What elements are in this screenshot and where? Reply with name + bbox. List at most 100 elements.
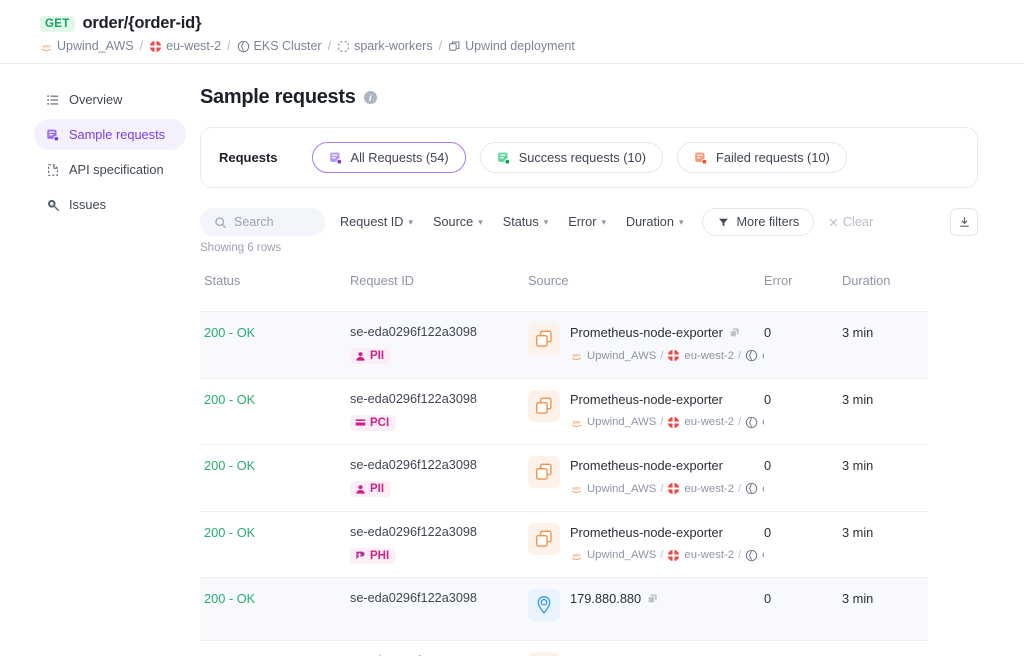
breadcrumb-label: EKS Cluster bbox=[253, 39, 322, 53]
eks-cluster-icon bbox=[745, 482, 758, 495]
requests-tabs-card: Requests All Requests (54) Success reques… bbox=[200, 127, 978, 188]
sidebar-item-sample-requests[interactable]: Sample requests bbox=[34, 119, 186, 150]
table-row[interactable]: 200 - OK se-eda0296f122a3098 PII Prometheus… bbox=[200, 444, 928, 511]
region-flag-icon bbox=[667, 482, 680, 495]
request-id-value[interactable]: se-eda0296f122a3098 bbox=[350, 458, 528, 472]
breadcrumb-item[interactable]: eu-west-2 bbox=[149, 39, 221, 53]
tab-failed-requests[interactable]: Failed requests (10) bbox=[677, 142, 847, 173]
source-name-row: Prometheus-node-exporter bbox=[570, 325, 764, 340]
export-download-button[interactable] bbox=[950, 208, 978, 236]
source-path bbox=[570, 615, 658, 627]
success-requests-icon bbox=[497, 151, 511, 165]
source-name[interactable]: Prometheus-node-exporter bbox=[570, 525, 723, 540]
filter-duration[interactable]: Duration ▾ bbox=[617, 209, 693, 235]
chevron-down-icon: ▾ bbox=[678, 216, 684, 227]
tab-all-requests[interactable]: All Requests (54) bbox=[311, 142, 466, 173]
section-title-row: Sample requests i bbox=[200, 86, 978, 109]
filter-error[interactable]: Error ▾ bbox=[559, 209, 615, 235]
svg-text:aws: aws bbox=[43, 43, 52, 48]
sidebar-item-api-specification[interactable]: API specification bbox=[34, 154, 186, 185]
sidebar-item-overview[interactable]: Overview bbox=[34, 84, 186, 115]
source-path-segment: eu-west-2 bbox=[684, 482, 735, 495]
filter-label: Source bbox=[433, 215, 474, 229]
column-header-status[interactable]: Status bbox=[200, 273, 350, 301]
cell-request-id: se-eda0296f122a3098 PII bbox=[350, 312, 528, 378]
info-icon[interactable]: i bbox=[363, 91, 377, 104]
compliance-badge: PCI bbox=[350, 414, 397, 431]
search-box[interactable] bbox=[200, 208, 325, 236]
cell-status: 200 - OK bbox=[200, 445, 350, 486]
close-icon: ✕ bbox=[828, 215, 839, 230]
cell-duration: 3 min bbox=[842, 512, 928, 553]
column-header-error[interactable]: Error bbox=[764, 273, 842, 301]
request-id-value[interactable]: se-eda0296f122a3098 bbox=[350, 591, 528, 605]
http-method-badge: GET bbox=[40, 15, 75, 32]
deployment-icon bbox=[448, 40, 461, 53]
tab-success-requests[interactable]: Success requests (10) bbox=[479, 142, 664, 173]
eks-cluster-icon bbox=[745, 549, 758, 562]
table-row[interactable]: 200 - OK se-eda0296f122a3098 PHI Prometheus… bbox=[200, 510, 928, 578]
tab-label: Success requests (10) bbox=[518, 150, 647, 165]
breadcrumb-separator: / bbox=[227, 39, 231, 53]
filter-status[interactable]: Status ▾ bbox=[494, 209, 558, 235]
table-row[interactable]: 200 - OKse-eda0296f122a3098PCIPrometheus… bbox=[200, 640, 928, 656]
clear-filters-button[interactable]: ✕ Clear bbox=[828, 215, 873, 230]
request-id-value[interactable]: se-eda0296f122a3098 bbox=[350, 525, 528, 539]
source-path-segment: eu-west-2 bbox=[684, 349, 735, 362]
request-id-value[interactable]: se-eda0296f122a3098 bbox=[350, 392, 528, 406]
cell-duration: 3 min bbox=[842, 578, 928, 619]
source-name[interactable]: Prometheus-node-exporter bbox=[570, 458, 723, 473]
breadcrumb-item[interactable]: Upwind deployment bbox=[448, 39, 575, 53]
source-name-row: 179.880.880 bbox=[570, 591, 658, 606]
column-header-request-id[interactable]: Request ID bbox=[350, 273, 528, 301]
table-row[interactable]: 200 - OK se-eda0296f122a3098 179.880.880 0… bbox=[200, 577, 928, 640]
breadcrumb-item[interactable]: EKS Cluster bbox=[237, 39, 322, 53]
cell-status: 200 - OK bbox=[200, 512, 350, 553]
breadcrumb-label: spark-workers bbox=[354, 39, 433, 53]
cell-source: Prometheus-node-exporter awsUpwind_AWS/eu… bbox=[528, 312, 764, 375]
search-icon bbox=[214, 216, 227, 229]
source-name[interactable]: 179.880.880 bbox=[570, 591, 641, 606]
path-separator: / bbox=[738, 549, 742, 561]
search-input[interactable] bbox=[234, 215, 311, 229]
filter-label: Duration bbox=[625, 215, 674, 229]
request-id-value[interactable]: se-eda0296f122a3098 bbox=[350, 325, 528, 339]
cell-error: 0 bbox=[764, 379, 842, 420]
cell-duration: 3 min bbox=[842, 641, 928, 656]
breadcrumb-label: Upwind deployment bbox=[465, 39, 575, 53]
download-icon bbox=[958, 216, 971, 229]
source-name[interactable]: Prometheus-node-exporter bbox=[570, 325, 723, 340]
filter-source[interactable]: Source ▾ bbox=[424, 209, 492, 235]
breadcrumb-item[interactable]: aws Upwind_AWS bbox=[40, 39, 134, 53]
page-header: GET order/{order-id} aws Upwind_AWS / eu-we… bbox=[0, 0, 1024, 64]
compliance-badge: PII bbox=[350, 481, 392, 497]
region-flag-icon bbox=[667, 416, 680, 429]
table-row[interactable]: 200 - OK se-eda0296f122a3098 PII Prometheus… bbox=[200, 311, 928, 378]
requests-icon bbox=[46, 128, 60, 142]
source-path: awsUpwind_AWS/eu-west-2/eks-pr... bbox=[570, 349, 764, 362]
breadcrumb-item[interactable]: spark-workers bbox=[337, 39, 433, 53]
column-header-duration[interactable]: Duration bbox=[842, 273, 928, 301]
failed-requests-icon bbox=[694, 151, 708, 165]
filter-request-id[interactable]: Request ID ▾ bbox=[331, 209, 422, 235]
table-row[interactable]: 200 - OK se-eda0296f122a3098 PCI Prometheus… bbox=[200, 377, 928, 445]
copy-icon bbox=[528, 323, 560, 355]
column-header-source[interactable]: Source bbox=[528, 273, 764, 301]
status-value: 200 - OK bbox=[204, 458, 256, 473]
more-filters-button[interactable]: More filters bbox=[702, 208, 815, 236]
copy-icon bbox=[528, 522, 560, 555]
badge-label: PII bbox=[370, 350, 385, 362]
region-flag-icon bbox=[667, 349, 680, 362]
showing-rows-label: Showing 6 rows bbox=[200, 242, 282, 254]
sidebar: Overview Sample requests API specification… bbox=[0, 64, 200, 656]
sidebar-item-issues[interactable]: Issues bbox=[34, 189, 186, 220]
clear-label: Clear bbox=[842, 215, 874, 229]
copy-icon[interactable] bbox=[647, 593, 658, 604]
svg-text:aws: aws bbox=[573, 485, 582, 490]
status-value: 200 - OK bbox=[204, 391, 256, 407]
source-name[interactable]: Prometheus-node-exporter bbox=[570, 392, 723, 407]
copy-icon[interactable] bbox=[729, 327, 740, 338]
source-path-segment: Upwind_AWS bbox=[587, 416, 657, 428]
error-value: 0 bbox=[764, 458, 772, 473]
badge-label: PII bbox=[370, 483, 385, 495]
